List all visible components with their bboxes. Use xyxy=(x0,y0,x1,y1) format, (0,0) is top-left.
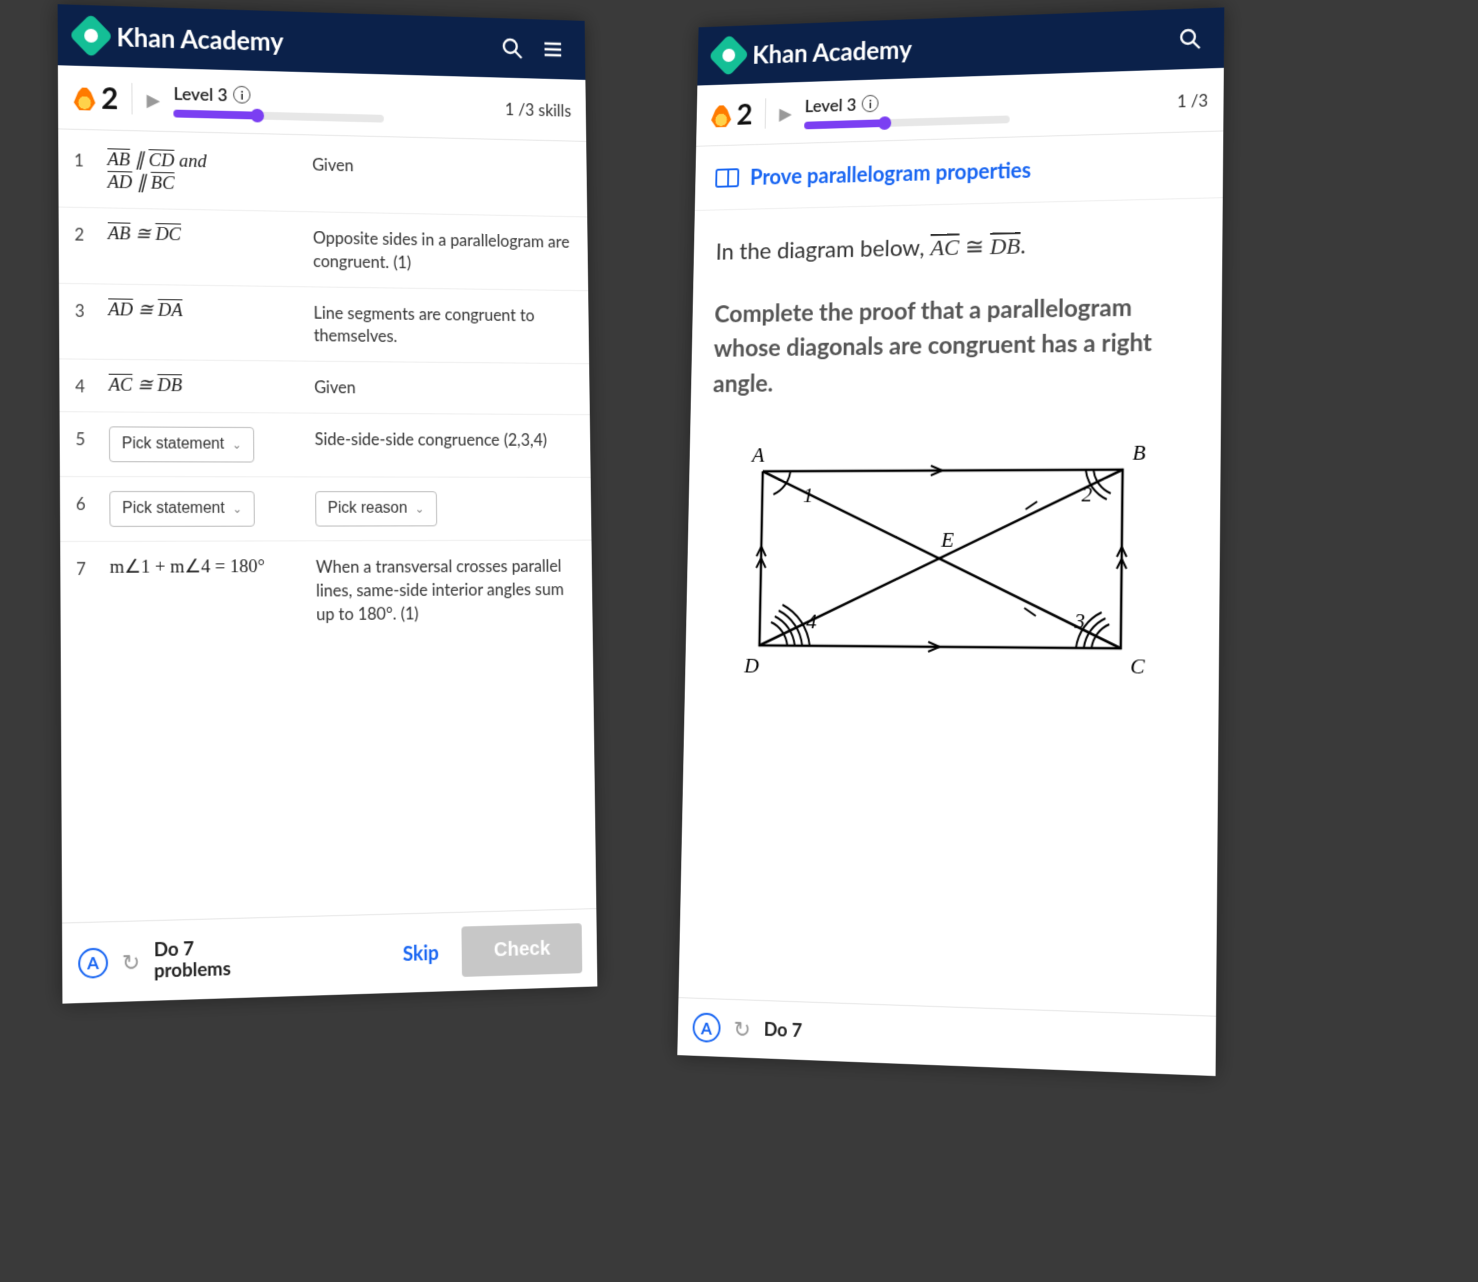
bottom-bar: A ↻ Do 7 problems Skip Check xyxy=(62,908,597,1004)
row-reason: When a transversal crosses parallel line… xyxy=(316,554,578,625)
play-icon[interactable]: ▶ xyxy=(146,88,160,111)
streak: 2 xyxy=(74,79,119,116)
angle-2: 2 xyxy=(1081,482,1092,507)
dropdown-label: Pick statement xyxy=(122,500,225,518)
skills-count: 1 /3 xyxy=(1177,89,1208,110)
refresh-icon[interactable]: ↻ xyxy=(733,1015,751,1043)
progress-track xyxy=(804,115,1010,129)
skills-count: 1 /3 skills xyxy=(505,98,571,120)
book-icon xyxy=(715,168,739,188)
row-statement: AC ≅ DB xyxy=(109,374,303,398)
proof-row: 7 m∠1 + m∠4 = 180° When a transversal cr… xyxy=(60,541,593,642)
progress-track xyxy=(174,110,385,123)
angle-1: 1 xyxy=(803,483,814,507)
hint-icon[interactable]: A xyxy=(78,947,108,978)
segment-db: DB xyxy=(990,234,1021,260)
streak-count: 2 xyxy=(736,97,753,132)
dropdown-label: Pick statement xyxy=(122,435,224,453)
label-e: E xyxy=(940,527,954,551)
progress-fill xyxy=(174,110,259,120)
label-d: D xyxy=(743,653,760,677)
proof-row: 3 AD ≅ DA Line segments are congruent to… xyxy=(59,283,589,364)
pick-statement-dropdown[interactable]: Pick statement ⌄ xyxy=(109,491,255,527)
row-number: 5 xyxy=(75,426,97,449)
question-prompt: Complete the proof that a parallelogram … xyxy=(713,288,1199,400)
angle-3: 3 xyxy=(1073,608,1085,633)
search-icon[interactable] xyxy=(1173,22,1206,56)
question-intro: In the diagram below, AC ≅ DB. xyxy=(715,224,1199,270)
row-statement: AD ≅ DA xyxy=(108,298,302,323)
row-reason: Given xyxy=(312,153,572,182)
dropdown-label: Pick reason xyxy=(328,500,408,518)
proof-row: 2 AB ≅ DC Opposite sides in a parallelog… xyxy=(59,208,589,291)
khan-logo-icon xyxy=(69,13,113,57)
level-block: Level 3 i xyxy=(804,83,1163,129)
divider xyxy=(765,98,766,128)
row-reason: Side-side-side congruence (2,3,4) xyxy=(315,427,576,451)
info-icon[interactable]: i xyxy=(862,95,879,113)
row-reason: Given xyxy=(314,376,575,401)
question-body: In the diagram below, AC ≅ DB. Complete … xyxy=(691,198,1223,410)
proof-row: 4 AC ≅ DB Given xyxy=(59,360,590,416)
info-icon[interactable]: i xyxy=(233,86,250,104)
do-problems-label: Do 7 xyxy=(764,1019,803,1041)
streak-count: 2 xyxy=(101,80,118,116)
row-statement: m∠1 + m∠4 = 180° xyxy=(110,555,305,579)
row-number: 1 xyxy=(74,148,96,171)
row-reason: Line segments are congruent to themselve… xyxy=(313,301,574,350)
row-number: 7 xyxy=(76,556,98,579)
proof-row: 6 Pick statement ⌄ Pick reason ⌄ xyxy=(60,477,592,542)
chevron-down-icon: ⌄ xyxy=(415,502,425,516)
proof-row: 1 AB ∥ CD andAD ∥ BC Given xyxy=(58,133,587,217)
bottom-bar: A ↻ Do 7 xyxy=(677,997,1216,1076)
label-a: A xyxy=(750,443,766,467)
lesson-title: Prove parallelogram properties xyxy=(750,156,1031,189)
row-statement: Pick statement ⌄ xyxy=(109,491,304,527)
chevron-down-icon: ⌄ xyxy=(232,502,242,516)
level-label: Level 3 xyxy=(805,93,857,116)
refresh-icon[interactable]: ↻ xyxy=(122,947,140,976)
row-statement: Pick statement ⌄ xyxy=(109,426,303,462)
hint-icon[interactable]: A xyxy=(692,1012,720,1043)
segment-ac: AC xyxy=(930,235,959,261)
khan-logo-icon xyxy=(708,34,749,77)
brand-title: Khan Academy xyxy=(116,21,487,63)
row-statement: AB ≅ DC xyxy=(108,222,302,248)
row-number: 6 xyxy=(76,491,98,514)
menu-icon[interactable] xyxy=(537,33,569,66)
chevron-down-icon: ⌄ xyxy=(232,438,242,452)
row-statement: AB ∥ CD andAD ∥ BC xyxy=(107,148,301,197)
row-number: 3 xyxy=(75,298,97,321)
streak: 2 xyxy=(711,97,753,132)
level-block: Level 3 i xyxy=(173,82,492,125)
question-intro-text: In the diagram below, xyxy=(715,233,924,265)
check-button[interactable]: Check xyxy=(461,923,582,977)
search-icon[interactable] xyxy=(496,31,528,64)
skip-button[interactable]: Skip xyxy=(403,941,439,966)
proof-table: 1 AB ∥ CD andAD ∥ BC Given 2 AB ≅ DC Opp… xyxy=(58,129,593,641)
pick-reason-dropdown[interactable]: Pick reason ⌄ xyxy=(315,491,437,526)
parallelogram-diagram: A B C D E 1 2 3 4 xyxy=(685,405,1221,701)
brand-title: Khan Academy xyxy=(752,24,1164,69)
level-label: Level 3 xyxy=(173,82,227,105)
row-number: 4 xyxy=(75,374,97,397)
label-c: C xyxy=(1130,654,1145,679)
label-b: B xyxy=(1132,440,1145,465)
divider xyxy=(132,83,133,114)
flame-icon xyxy=(74,84,96,110)
left-screen: Khan Academy 2 ▶ Level 3 i 1 /3 skills 1 xyxy=(58,4,598,1003)
flame-icon xyxy=(711,102,731,127)
angle-4: 4 xyxy=(806,609,817,633)
proof-row: 5 Pick statement ⌄ Side-side-side congru… xyxy=(60,412,591,478)
pick-statement-dropdown[interactable]: Pick statement ⌄ xyxy=(109,426,254,462)
do-problems-label: Do 7 problems xyxy=(154,938,231,982)
progress-fill xyxy=(804,119,886,129)
right-screen: Khan Academy 2 ▶ Level 3 i 1 /3 Prove pa… xyxy=(677,7,1224,1076)
row-number: 2 xyxy=(74,222,96,245)
row-reason: Opposite sides in a parallelogram are co… xyxy=(313,226,573,276)
row-reason: Pick reason ⌄ xyxy=(315,491,576,526)
play-icon[interactable]: ▶ xyxy=(779,102,792,124)
